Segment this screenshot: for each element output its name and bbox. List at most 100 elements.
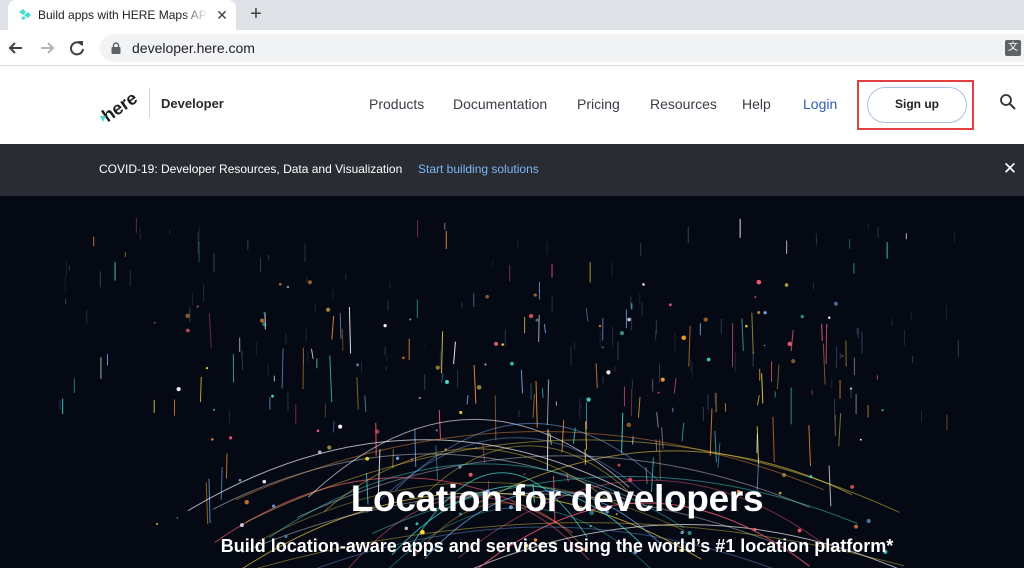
hero-dot bbox=[745, 324, 748, 328]
hero-streak bbox=[776, 364, 780, 390]
browser-tab[interactable]: Build apps with HERE Maps API ✕ bbox=[8, 0, 236, 30]
nav-documentation[interactable]: Documentation bbox=[453, 96, 547, 112]
hero-streak bbox=[751, 312, 754, 355]
hero-dot bbox=[681, 335, 687, 341]
hero-dot bbox=[754, 295, 757, 299]
hero-streak bbox=[331, 315, 335, 340]
hero-streak bbox=[364, 395, 367, 412]
hero-dot bbox=[262, 322, 267, 327]
hero-streak bbox=[637, 396, 641, 418]
hero-dot bbox=[365, 456, 370, 461]
hero-dot bbox=[528, 313, 534, 319]
hero-streak bbox=[741, 318, 744, 351]
nav-pricing[interactable]: Pricing bbox=[577, 96, 620, 112]
hero-streak bbox=[438, 409, 441, 439]
hero-streak bbox=[561, 420, 565, 453]
hero-streak bbox=[714, 430, 717, 463]
hero-dot bbox=[410, 458, 414, 461]
brand-label[interactable]: Developer bbox=[161, 96, 224, 111]
banner-link[interactable]: Start building solutions bbox=[418, 162, 539, 176]
hero-streak bbox=[630, 388, 633, 417]
hero-dot bbox=[617, 463, 621, 467]
login-link[interactable]: Login bbox=[803, 96, 837, 112]
hero-streak bbox=[595, 363, 598, 389]
hero-dot bbox=[468, 472, 473, 477]
hero-dot bbox=[850, 387, 853, 390]
new-tab-button[interactable]: + bbox=[246, 4, 266, 24]
hero-streak bbox=[621, 412, 624, 454]
hero-dot bbox=[375, 429, 380, 434]
hero-dot bbox=[307, 280, 312, 285]
hero-dot bbox=[402, 356, 405, 360]
hero-dot bbox=[601, 346, 604, 349]
nav-help[interactable]: Help bbox=[742, 96, 771, 112]
hero-streak bbox=[717, 443, 721, 468]
hero-dot bbox=[475, 447, 477, 449]
hero-dot bbox=[278, 282, 282, 286]
hero-streak bbox=[414, 428, 417, 468]
nav-products[interactable]: Products bbox=[369, 96, 424, 112]
hero-title: Location for developers bbox=[350, 478, 764, 519]
nav-resources[interactable]: Resources bbox=[650, 96, 717, 112]
hero-dot bbox=[841, 354, 844, 357]
hero-streak bbox=[790, 330, 794, 352]
hero-dot bbox=[781, 472, 787, 478]
translate-icon[interactable]: 文 bbox=[1005, 40, 1021, 56]
back-arrow-icon[interactable] bbox=[6, 38, 26, 58]
hero-streak bbox=[329, 355, 333, 403]
url-text: developer.here.com bbox=[132, 40, 255, 56]
hero-dot bbox=[327, 445, 332, 450]
hero-dot bbox=[485, 294, 489, 299]
hero-dot bbox=[510, 361, 514, 366]
hero-dot bbox=[409, 318, 412, 321]
hero-dot bbox=[444, 380, 449, 385]
hero-dot bbox=[535, 318, 539, 322]
hero-streak bbox=[761, 373, 764, 404]
forward-arrow-icon[interactable] bbox=[37, 38, 57, 58]
hero-subtitle: Build location-aware apps and services u… bbox=[220, 536, 894, 556]
hero-dot bbox=[156, 522, 159, 525]
hero-streak bbox=[532, 394, 535, 418]
hero-dot bbox=[797, 528, 802, 533]
hero-dot bbox=[756, 279, 762, 285]
hero-dot bbox=[259, 318, 265, 323]
tab-close-icon[interactable]: ✕ bbox=[214, 7, 230, 23]
hero-dot bbox=[687, 531, 692, 536]
hero-dot bbox=[598, 324, 602, 328]
hero-streak bbox=[339, 313, 342, 339]
hero-streak bbox=[473, 364, 477, 404]
hero-dot bbox=[833, 301, 838, 306]
hero-streak bbox=[440, 331, 444, 374]
hero-streak bbox=[688, 325, 691, 367]
hero-dot bbox=[859, 438, 862, 441]
hero-streak bbox=[332, 420, 335, 433]
hero-streak bbox=[441, 373, 444, 383]
hero-dot bbox=[418, 396, 421, 400]
hero-dot bbox=[800, 314, 804, 319]
banner-close-icon[interactable]: ✕ bbox=[1002, 160, 1018, 178]
hero-dot bbox=[523, 473, 526, 475]
address-bar[interactable]: developer.here.com 文 bbox=[100, 34, 1024, 62]
hero-streak bbox=[543, 324, 547, 334]
search-icon[interactable] bbox=[999, 93, 1017, 111]
here-logo[interactable]: here bbox=[98, 86, 140, 126]
signup-button[interactable]: Sign up bbox=[867, 87, 967, 123]
hero-streak bbox=[225, 453, 228, 479]
hero-dot bbox=[435, 365, 440, 370]
hero-streak bbox=[482, 443, 486, 463]
banner-message: COVID-19: Developer Resources, Data and … bbox=[99, 162, 403, 176]
hero-streak bbox=[520, 369, 524, 394]
reload-icon[interactable] bbox=[67, 38, 87, 58]
hero-dot bbox=[787, 341, 792, 347]
hero-dot bbox=[753, 527, 757, 531]
hero-dot bbox=[325, 307, 331, 312]
hero-dot bbox=[263, 311, 266, 315]
hero-dot bbox=[854, 524, 859, 529]
hero-streak bbox=[808, 425, 811, 467]
hero-streak bbox=[772, 416, 775, 463]
hero-streak bbox=[681, 422, 685, 442]
hero-dot bbox=[185, 313, 190, 319]
hero-section: Location for developers Build location-a… bbox=[0, 196, 1024, 568]
site-header: here Developer Products Documentation Pr… bbox=[0, 66, 1024, 144]
hero-streak bbox=[541, 388, 544, 398]
